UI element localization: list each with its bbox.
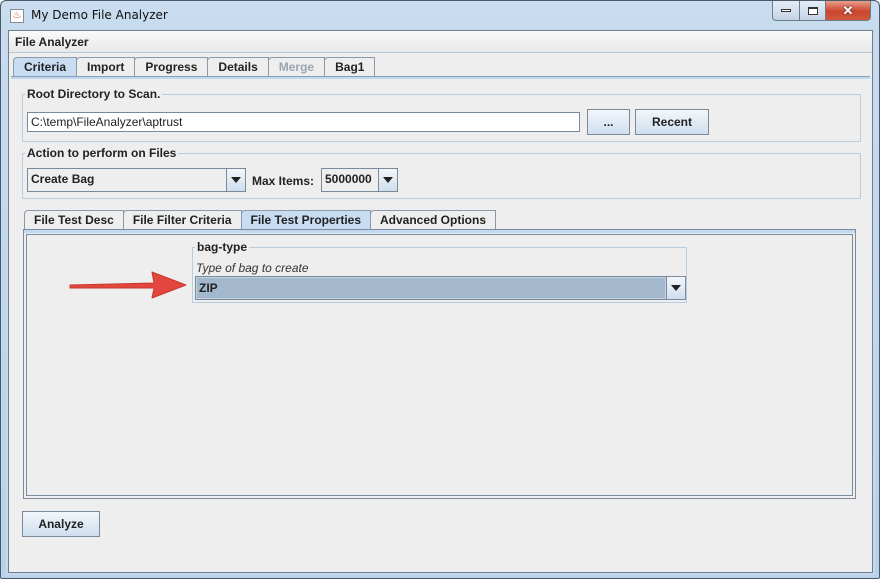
- sub-tabs: File Test Desc File Filter Criteria File…: [24, 210, 497, 230]
- app-header-title: File Analyzer: [15, 35, 89, 49]
- tab-file-test-properties[interactable]: File Test Properties: [240, 210, 371, 230]
- tab-separator: [11, 76, 870, 79]
- title-bar[interactable]: ♨ My Demo File Analyzer ✕: [1, 1, 879, 31]
- analyze-button[interactable]: Analyze: [22, 511, 100, 537]
- java-cup-icon: ♨: [10, 9, 24, 23]
- chevron-down-icon: [383, 177, 393, 183]
- tab-criteria[interactable]: Criteria: [13, 57, 78, 77]
- panel-top-border: [24, 230, 855, 233]
- tab-advanced-options[interactable]: Advanced Options: [370, 210, 497, 230]
- recent-button[interactable]: Recent: [635, 109, 709, 135]
- menu-bar: File Analyzer: [9, 31, 872, 53]
- bag-type-group: bag-type Type of bag to create ZIP: [192, 240, 687, 303]
- tab-details[interactable]: Details: [207, 57, 269, 77]
- minimize-icon: [781, 9, 791, 12]
- annotation-arrow-icon: [69, 271, 187, 299]
- action-group: Action to perform on Files Create Bag Ma…: [22, 146, 861, 199]
- tab-bag1[interactable]: Bag1: [324, 57, 376, 77]
- action-selected-value: Create Bag: [31, 172, 95, 186]
- max-items-select[interactable]: 5000000: [321, 168, 398, 192]
- bag-type-title: bag-type: [195, 240, 250, 254]
- maximize-icon: [807, 6, 818, 15]
- tab-import[interactable]: Import: [76, 57, 136, 77]
- close-button[interactable]: ✕: [826, 1, 871, 21]
- max-items-dropdown-button[interactable]: [378, 169, 397, 191]
- tab-progress[interactable]: Progress: [134, 57, 209, 77]
- tab-file-test-desc[interactable]: File Test Desc: [24, 210, 124, 230]
- chevron-down-icon: [231, 177, 241, 183]
- main-tabs: Criteria Import Progress Details Merge B…: [13, 57, 376, 77]
- bag-type-dropdown-button[interactable]: [666, 277, 685, 299]
- action-title: Action to perform on Files: [25, 146, 179, 160]
- action-dropdown-button[interactable]: [226, 169, 245, 191]
- tab-merge: Merge: [267, 57, 326, 77]
- tab-file-filter-criteria[interactable]: File Filter Criteria: [122, 210, 242, 230]
- window-title: My Demo File Analyzer: [31, 8, 168, 22]
- maximize-button[interactable]: [800, 1, 826, 21]
- root-directory-group: Root Directory to Scan. C:\temp\FileAnal…: [22, 87, 861, 142]
- bag-type-description: Type of bag to create: [196, 261, 309, 275]
- chevron-down-icon: [671, 285, 681, 291]
- max-items-label: Max Items:: [252, 174, 315, 188]
- action-select[interactable]: Create Bag: [27, 168, 246, 192]
- bag-type-selected-value: ZIP: [196, 277, 666, 299]
- bag-type-select[interactable]: ZIP: [195, 276, 686, 300]
- root-directory-input[interactable]: C:\temp\FileAnalyzer\aptrust: [27, 112, 580, 132]
- close-icon: ✕: [842, 2, 854, 18]
- browse-button[interactable]: ...: [587, 109, 630, 135]
- minimize-button[interactable]: [772, 1, 800, 21]
- max-items-value: 5000000: [325, 172, 372, 186]
- root-directory-title: Root Directory to Scan.: [25, 87, 163, 101]
